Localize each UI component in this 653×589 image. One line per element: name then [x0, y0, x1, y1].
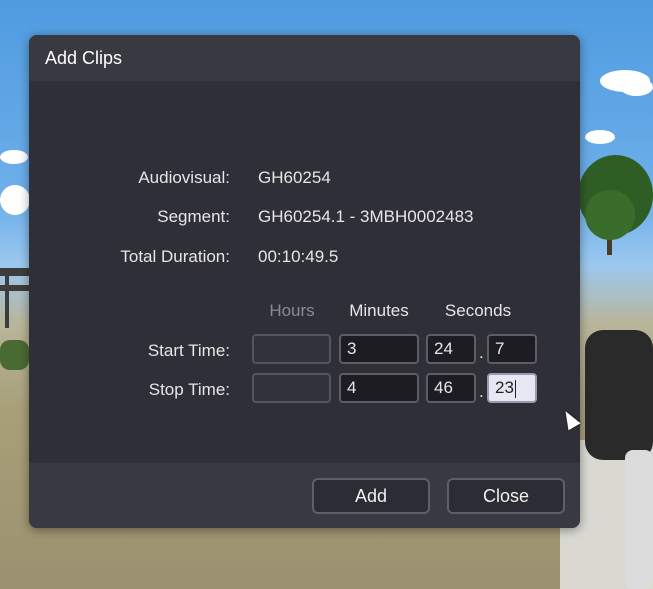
- total-duration-label: Total Duration:: [120, 247, 230, 266]
- dialog-body: Audiovisual: GH60254 Segment: GH60254.1 …: [29, 81, 580, 463]
- stop-time-label: Stop Time:: [148, 380, 230, 399]
- total-duration-value: 00:10:49.5: [258, 247, 339, 266]
- start-minutes-field[interactable]: 3: [339, 334, 419, 364]
- minutes-column-header: Minutes: [349, 301, 409, 320]
- start-hours-field: [252, 334, 331, 364]
- audiovisual-value: GH60254: [258, 168, 331, 187]
- segment-value: GH60254.1 - 3MBH0002483: [258, 207, 474, 226]
- add-clips-dialog: Add Clips Audiovisual: GH60254 Segment: …: [29, 35, 580, 528]
- start-time-label: Start Time:: [147, 341, 230, 360]
- dialog-titlebar[interactable]: Add Clips: [29, 35, 580, 81]
- audiovisual-label: Audiovisual:: [138, 168, 230, 187]
- hours-column-header: Hours: [269, 301, 315, 320]
- start-decimal-separator: .: [479, 343, 484, 362]
- segment-label: Segment:: [157, 207, 230, 226]
- stop-seconds-field[interactable]: 46: [426, 373, 476, 403]
- stop-fraction-field[interactable]: 23: [487, 373, 537, 403]
- dialog-title: Add Clips: [45, 47, 123, 68]
- start-seconds-field[interactable]: 24: [426, 334, 476, 364]
- stop-hours-field: [252, 373, 331, 403]
- close-button[interactable]: Close: [447, 478, 565, 514]
- seconds-column-header: Seconds: [444, 301, 512, 320]
- start-fraction-field[interactable]: 7: [487, 334, 537, 364]
- stop-decimal-separator: .: [479, 382, 484, 401]
- stop-minutes-field[interactable]: 4: [339, 373, 419, 403]
- dialog-footer: Add Close: [29, 463, 580, 528]
- add-button[interactable]: Add: [312, 478, 430, 514]
- stop-fraction-value: 23: [495, 378, 514, 397]
- text-caret: [514, 379, 516, 398]
